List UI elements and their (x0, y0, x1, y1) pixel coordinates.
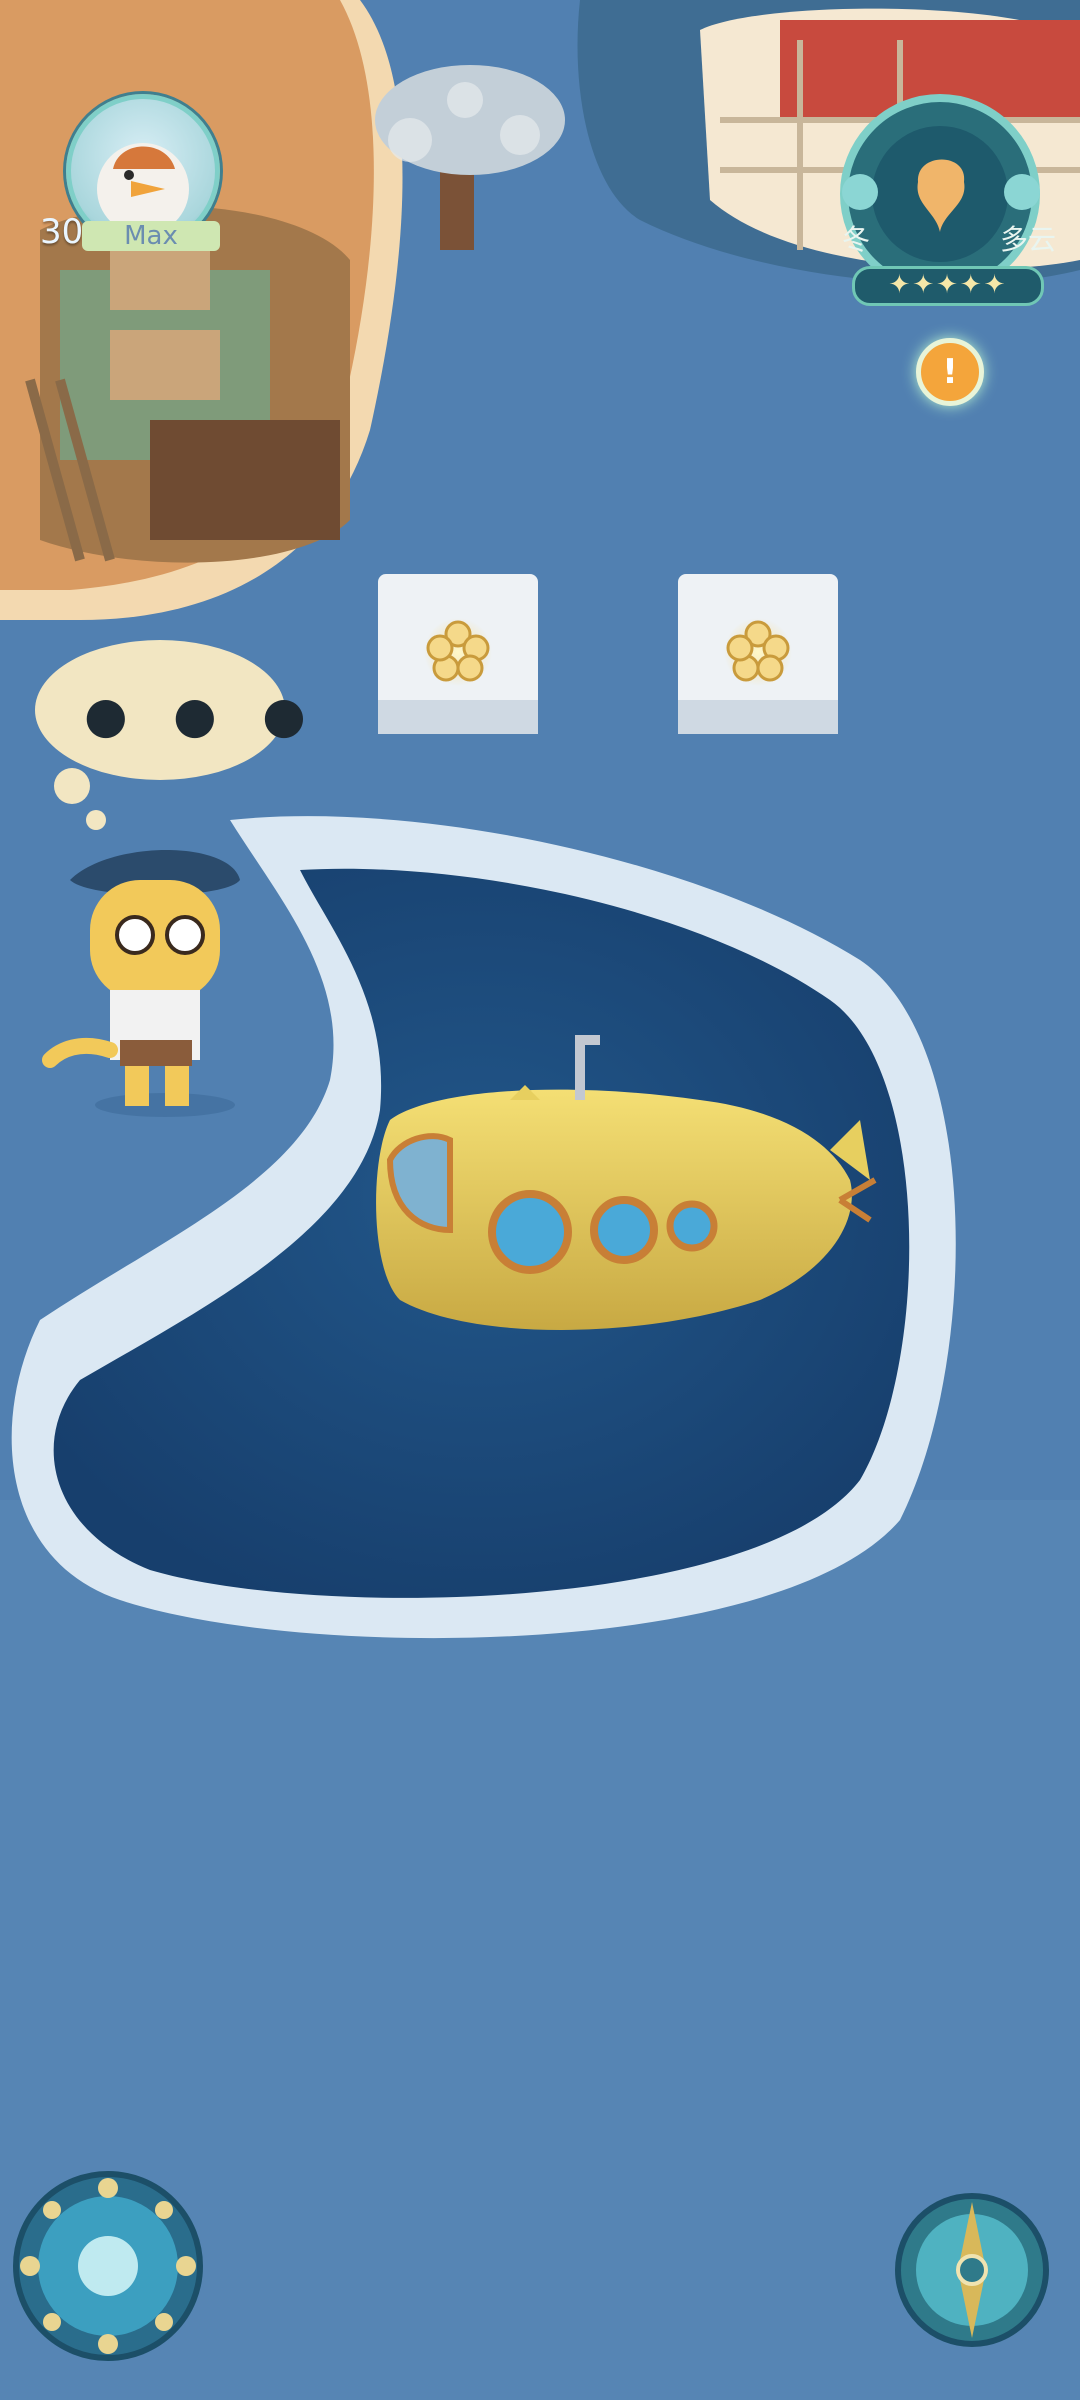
weather-icon[interactable] (836, 92, 1044, 292)
weather-label: 多云 (1000, 223, 1057, 256)
player-name: Max (82, 221, 220, 251)
player-level: 30 (40, 212, 84, 252)
weather-stars: ✦✦✦✦✦ (852, 266, 1044, 306)
season-label: 冬 (842, 223, 871, 256)
alert-button[interactable]: ! (916, 338, 984, 406)
compass-icon (895, 2193, 1049, 2347)
magic-circle-button[interactable] (12, 2170, 204, 2362)
thought-dots: ● ● ● (84, 686, 320, 744)
flower-tile-2[interactable] (678, 574, 838, 734)
magic-circle-icon (13, 2171, 203, 2361)
flower-tile-1[interactable] (378, 574, 538, 734)
compass-button[interactable] (894, 2192, 1050, 2348)
